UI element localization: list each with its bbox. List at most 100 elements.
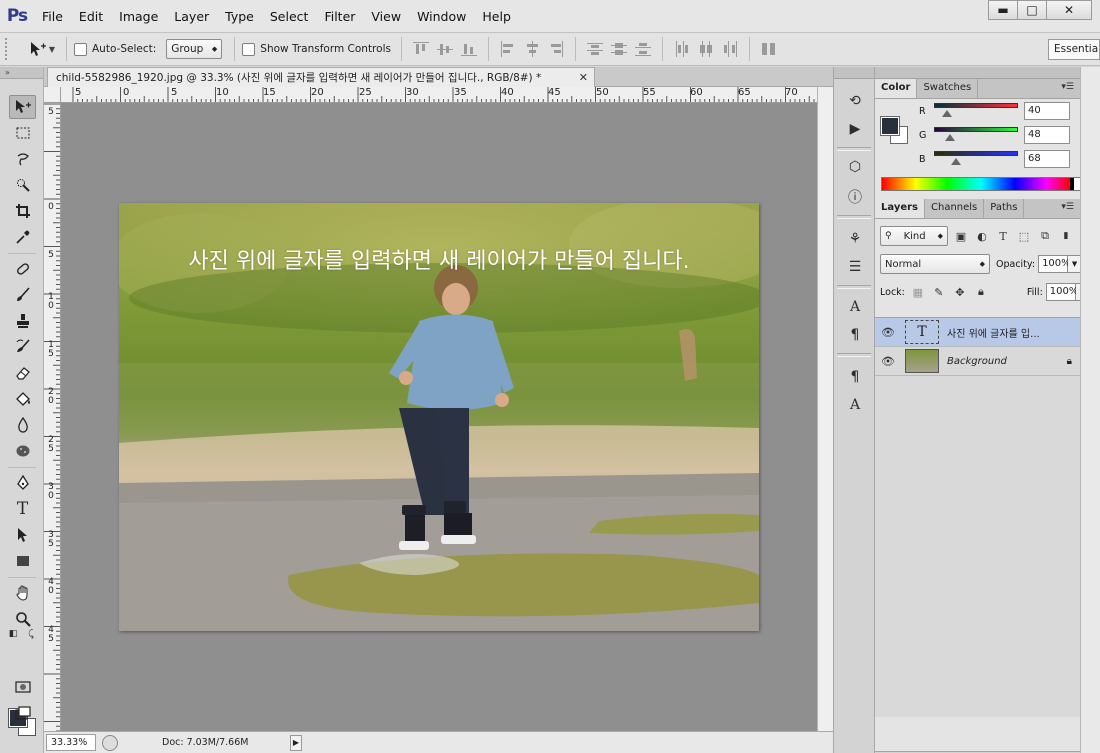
distribute-vertical-centers-icon[interactable] [610,41,627,57]
horizontal-ruler[interactable]: 5 0 5 10 15 20 25 30 35 40 45 50 55 60 6… [61,87,833,103]
zoom-field[interactable]: 33.33% [46,734,96,751]
red-slider-thumb[interactable] [942,110,953,117]
workspace-switcher[interactable]: Essentials [1048,39,1100,60]
history-brush-tool-icon[interactable] [9,335,36,359]
menu-view[interactable]: View [363,0,409,33]
document-canvas[interactable]: 사진 위에 글자를 입력하면 새 레이어가 만들어 집니다. [119,203,759,631]
fill-field[interactable]: 100% [1045,283,1078,301]
brush-tool-icon[interactable] [9,283,36,307]
path-selection-tool-icon[interactable] [9,523,36,547]
panel-menu-icon[interactable]: ▾☰ [1061,82,1074,92]
lock-all-icon[interactable]: 🔒︎ [973,284,989,300]
3d-panel-icon[interactable]: ⬡ [843,155,867,179]
character-styles-icon[interactable]: A [843,393,867,417]
options-grip[interactable] [5,38,11,60]
panel-header[interactable] [875,67,1080,79]
tab-paths[interactable]: Paths [984,199,1025,218]
green-slider[interactable] [934,127,1018,132]
green-value[interactable]: 48 [1024,126,1070,144]
lasso-tool-icon[interactable] [9,147,36,171]
align-left-edges-icon[interactable] [500,41,516,57]
vertical-ruler[interactable]: 5 0 5 1 0 1 5 2 0 2 5 3 0 3 5 4 0 4 5 [44,103,61,731]
visibility-eye-icon[interactable]: 👁︎ [875,355,901,368]
filter-adjustment-layers-icon[interactable]: ◐ [974,228,990,244]
maximize-button[interactable]: □ [1017,0,1047,20]
move-tool-icon[interactable] [9,95,36,119]
distribute-horizontal-centers-icon[interactable] [698,41,714,57]
filter-shape-layers-icon[interactable]: ⬚ [1016,228,1032,244]
status-info-icon[interactable] [102,734,118,751]
actions-panel-icon[interactable]: ▶ [843,117,867,141]
lock-image-pixels-icon[interactable]: ✎ [931,284,947,300]
layer-name[interactable]: 사진 위에 글자를 입... [947,325,1065,340]
document-tab[interactable]: child-5582986_1920.jpg @ 33.3% (사진 위에 글자… [47,67,595,87]
auto-select-mode-dropdown[interactable]: Group ◆ [166,39,223,59]
blend-mode-dropdown[interactable]: Normal ◆ [880,254,990,274]
lock-transparent-pixels-icon[interactable]: ▦ [910,284,926,300]
paragraph-styles-icon[interactable]: ¶ [843,365,867,389]
filter-toggle-icon[interactable]: ▮ [1058,228,1074,244]
menu-type[interactable]: Type [217,0,262,33]
align-right-edges-icon[interactable] [548,41,564,57]
green-slider-thumb[interactable] [944,134,955,141]
hand-tool-icon[interactable] [9,581,36,605]
align-bottom-edges-icon[interactable] [460,41,477,57]
filter-type-layers-icon[interactable]: T [995,228,1011,244]
vertical-scrollbar[interactable] [817,87,833,731]
quick-selection-tool-icon[interactable] [9,173,36,197]
lock-position-icon[interactable]: ✥ [952,284,968,300]
layer-name[interactable]: Background [947,356,1065,367]
eyedropper-tool-icon[interactable] [9,225,36,249]
align-top-edges-icon[interactable] [412,41,429,57]
layer-row-text[interactable]: 👁︎ T 사진 위에 글자를 입... [875,318,1080,347]
menu-window[interactable]: Window [409,0,474,33]
brush-presets-icon[interactable]: ⚘ [843,227,867,251]
sponge-tool-icon[interactable] [9,439,36,463]
screen-mode-icon[interactable] [9,701,36,725]
tab-color[interactable]: Color [875,79,918,98]
close-window-button[interactable]: ✕ [1046,0,1092,20]
move-tool-preset-icon[interactable]: ▼ [25,38,59,60]
opacity-field[interactable]: 100% [1038,255,1071,273]
text-layer-caption[interactable]: 사진 위에 글자를 입력하면 새 레이어가 만들어 집니다. [119,243,759,275]
panel-menu-icon[interactable]: ▾☰ [1061,202,1074,212]
menu-edit[interactable]: Edit [71,0,111,33]
adjustments-icon[interactable]: ☰ [843,255,867,279]
eraser-tool-icon[interactable] [9,361,36,385]
status-menu-arrow-icon[interactable]: ▶ [290,734,302,751]
filter-pixel-layers-icon[interactable]: ▣ [953,228,969,244]
character-panel-icon[interactable]: A [843,295,867,319]
rectangle-tool-icon[interactable] [9,549,36,573]
blue-slider-thumb[interactable] [951,158,962,165]
close-document-icon[interactable]: ✕ [579,71,588,84]
menu-select[interactable]: Select [262,0,317,33]
canvas-workspace[interactable]: 사진 위에 글자를 입력하면 새 레이어가 만들어 집니다. [61,103,817,731]
distribute-top-edges-icon[interactable] [586,41,603,57]
align-vertical-centers-icon[interactable] [436,41,453,57]
visibility-eye-icon[interactable]: 👁︎ [875,326,901,339]
clone-stamp-tool-icon[interactable] [9,309,36,333]
menu-filter[interactable]: Filter [316,0,363,33]
auto-align-layers-icon[interactable] [761,41,777,57]
info-panel-icon[interactable]: ⓘ [843,185,867,209]
blue-value[interactable]: 68 [1024,150,1070,168]
distribute-bottom-edges-icon[interactable] [634,41,651,57]
spot-healing-brush-tool-icon[interactable] [9,257,36,281]
dock-collapse-icon[interactable] [834,67,874,79]
history-panel-icon[interactable]: ⟲ [843,89,867,113]
blue-slider[interactable] [934,151,1018,156]
red-slider[interactable] [934,103,1018,108]
ruler-origin[interactable] [44,87,61,103]
menu-file[interactable]: File [34,0,71,33]
filter-smart-objects-icon[interactable]: ⧉ [1037,228,1053,244]
default-colors-icon[interactable]: ◧ [6,627,20,641]
rectangular-marquee-tool-icon[interactable] [9,121,36,145]
tab-swatches[interactable]: Swatches [917,79,979,98]
panels-scrollbar[interactable] [1080,67,1100,753]
type-tool-icon[interactable]: T [9,497,36,521]
minimize-button[interactable]: ▬ [988,0,1018,20]
menu-help[interactable]: Help [474,0,519,33]
swap-colors-icon[interactable]: ⤹ [24,627,38,641]
pen-tool-icon[interactable] [9,471,36,495]
distribute-right-edges-icon[interactable] [722,41,738,57]
